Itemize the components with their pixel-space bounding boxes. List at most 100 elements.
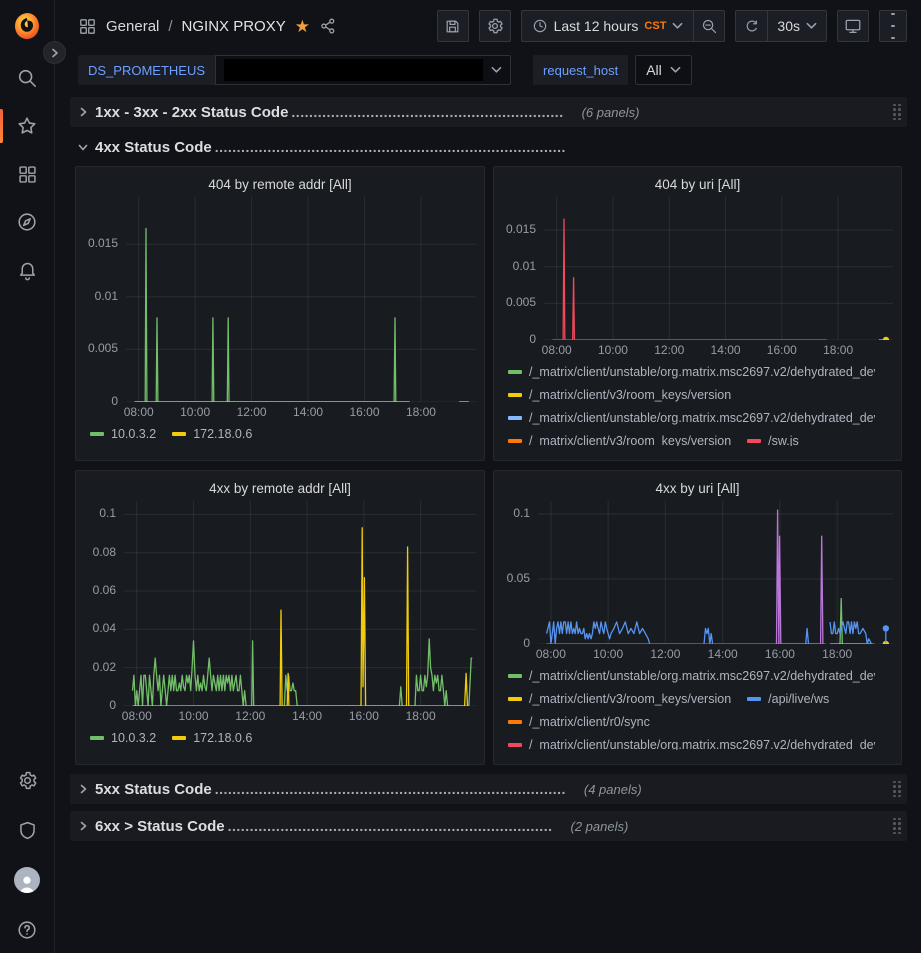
chevron-right-icon: [78, 821, 88, 831]
legend-label: /_matrix/client/r0/sync: [529, 715, 650, 729]
row-drag-handle[interactable]: [893, 818, 901, 834]
row-6xx[interactable]: 6xx > Status Code ......................…: [70, 811, 907, 841]
x-tick-label: 14:00: [287, 709, 327, 723]
legend-item[interactable]: /_matrix/client/r0/sync: [508, 710, 650, 733]
sidebar-item-profile[interactable]: [0, 865, 55, 895]
panel-title[interactable]: 4xx by remote addr [All]: [84, 477, 476, 501]
panel-title[interactable]: 404 by uri [All]: [502, 173, 893, 197]
x-tick-label: 08:00: [117, 709, 157, 723]
share-icon[interactable]: [319, 17, 337, 35]
y-tick-label: 0.015: [506, 222, 536, 236]
variable-label-ds-prometheus[interactable]: DS_PROMETHEUS: [78, 55, 215, 85]
caret-down-icon: [806, 22, 817, 30]
zoom-out-button[interactable]: [693, 10, 725, 42]
row-panel-count: (4 panels): [584, 782, 642, 797]
x-tick-label: 08:00: [537, 343, 577, 357]
legend-swatch: [508, 416, 522, 420]
tv-mode-button[interactable]: [837, 10, 869, 42]
row-1xx-3xx-2xx[interactable]: 1xx - 3xx - 2xx Status Code ............…: [70, 97, 907, 127]
variable-select-request-host[interactable]: All: [635, 55, 692, 85]
breadcrumb-section[interactable]: General: [106, 18, 159, 35]
refresh-icon: [744, 18, 760, 34]
plot-canvas[interactable]: [124, 501, 476, 706]
legend-label: /_matrix/client/unstable/org.matrix.msc2…: [529, 738, 875, 751]
x-tick-label: 12:00: [230, 709, 270, 723]
avatar: [14, 867, 40, 893]
y-tick-label: 0: [111, 394, 118, 408]
y-axis-labels: 00.050.1: [502, 501, 538, 644]
x-tick-label: 10:00: [588, 647, 628, 661]
row-5xx[interactable]: 5xx Status Code ........................…: [70, 774, 907, 804]
legend-item[interactable]: 10.0.3.2: [90, 726, 156, 749]
legend-item[interactable]: /sw.js: [747, 429, 799, 446]
x-tick-label: 08:00: [531, 647, 571, 661]
sidebar-item-search[interactable]: [0, 63, 55, 93]
legend-item[interactable]: 172.18.0.6: [172, 422, 252, 445]
legend-swatch: [90, 736, 104, 740]
y-axis-labels: 00.0050.010.015: [502, 197, 544, 340]
search-icon: [16, 67, 38, 89]
refresh-interval-picker[interactable]: 30s: [767, 10, 827, 42]
kebab-menu-button[interactable]: [879, 10, 907, 42]
plot-canvas[interactable]: [544, 197, 893, 340]
legend-swatch: [508, 743, 522, 747]
sidebar-item-alerting[interactable]: [0, 255, 55, 285]
help-question-icon: [16, 919, 38, 941]
legend-label: 10.0.3.2: [111, 427, 156, 441]
legend-item[interactable]: /_matrix/client/v3/room_keys/version: [508, 429, 731, 446]
legend-item[interactable]: 10.0.3.2: [90, 422, 156, 445]
panel-grid: 404 by remote addr [All] 00.0050.010.015…: [70, 166, 907, 765]
save-dashboard-button[interactable]: [437, 10, 469, 42]
variable-select-ds-prometheus[interactable]: [215, 55, 511, 85]
legend-item[interactable]: /api/live/ws: [747, 687, 829, 710]
compass-explore-icon: [16, 211, 38, 233]
sidebar-item-configuration[interactable]: [0, 765, 55, 795]
sidebar: [0, 0, 55, 953]
refresh-button[interactable]: [735, 10, 767, 42]
panel-404-by-uri: 404 by uri [All] 00.0050.010.015 08:0010…: [493, 166, 902, 461]
y-tick-label: 0: [109, 698, 116, 712]
x-axis-labels: 08:0010:0012:0014:0016:0018:00: [544, 340, 893, 358]
row-title: 1xx - 3xx - 2xx Status Code: [95, 104, 288, 121]
apps-grid-icon: [78, 17, 97, 36]
row-4xx[interactable]: 4xx Status Code ........................…: [70, 134, 907, 160]
legend-item[interactable]: /_matrix/client/v3/room_keys/version: [508, 383, 731, 406]
star-filled-icon[interactable]: ★: [295, 18, 310, 35]
x-tick-label: 16:00: [344, 709, 384, 723]
legend: 10.0.3.2 172.18.0.6: [84, 420, 476, 446]
legend-item[interactable]: /_matrix/client/unstable/org.matrix.msc2…: [508, 664, 875, 687]
plot-canvas[interactable]: [126, 197, 476, 402]
panel-title[interactable]: 4xx by uri [All]: [502, 477, 893, 501]
legend-label: /_matrix/client/unstable/org.matrix.msc2…: [529, 669, 875, 683]
time-range-picker[interactable]: Last 12 hours CST: [521, 10, 694, 42]
sidebar-item-starred[interactable]: [0, 111, 55, 141]
legend-item[interactable]: /_matrix/client/unstable/org.matrix.msc2…: [508, 406, 875, 429]
sidebar-item-help[interactable]: [0, 915, 55, 945]
plot-canvas[interactable]: [538, 501, 893, 644]
x-tick-label: 12:00: [232, 405, 272, 419]
legend-item[interactable]: /_matrix/client/unstable/org.matrix.msc2…: [508, 733, 875, 750]
row-leader-dots: ........................................…: [291, 104, 563, 120]
x-tick-label: 08:00: [119, 405, 159, 419]
dashboard-settings-button[interactable]: [479, 10, 511, 42]
sidebar-expand-button[interactable]: [43, 41, 66, 64]
row-drag-handle[interactable]: [893, 781, 901, 797]
sidebar-item-dashboards[interactable]: [0, 159, 55, 189]
breadcrumb: General / NGINX PROXY ★: [78, 17, 337, 36]
legend-label: /api/live/ws: [768, 692, 829, 706]
row-drag-handle[interactable]: [893, 104, 901, 120]
legend-item[interactable]: /_matrix/client/v3/room_keys/version: [508, 687, 731, 710]
legend-item[interactable]: 172.18.0.6: [172, 726, 252, 749]
grafana-logo[interactable]: [12, 11, 42, 41]
legend-item[interactable]: /_matrix/client/unstable/org.matrix.msc2…: [508, 360, 875, 383]
sidebar-item-explore[interactable]: [0, 207, 55, 237]
gear-icon: [17, 770, 38, 791]
y-axis-labels: 00.020.040.060.080.1: [84, 501, 124, 706]
row-title: 4xx Status Code: [95, 139, 212, 156]
y-tick-label: 0.015: [88, 236, 118, 250]
variable-label-request-host[interactable]: request_host: [533, 55, 628, 85]
y-tick-label: 0.005: [88, 341, 118, 355]
panel-title[interactable]: 404 by remote addr [All]: [84, 173, 476, 197]
sidebar-item-server-admin[interactable]: [0, 815, 55, 845]
timezone-label: CST: [644, 20, 666, 32]
